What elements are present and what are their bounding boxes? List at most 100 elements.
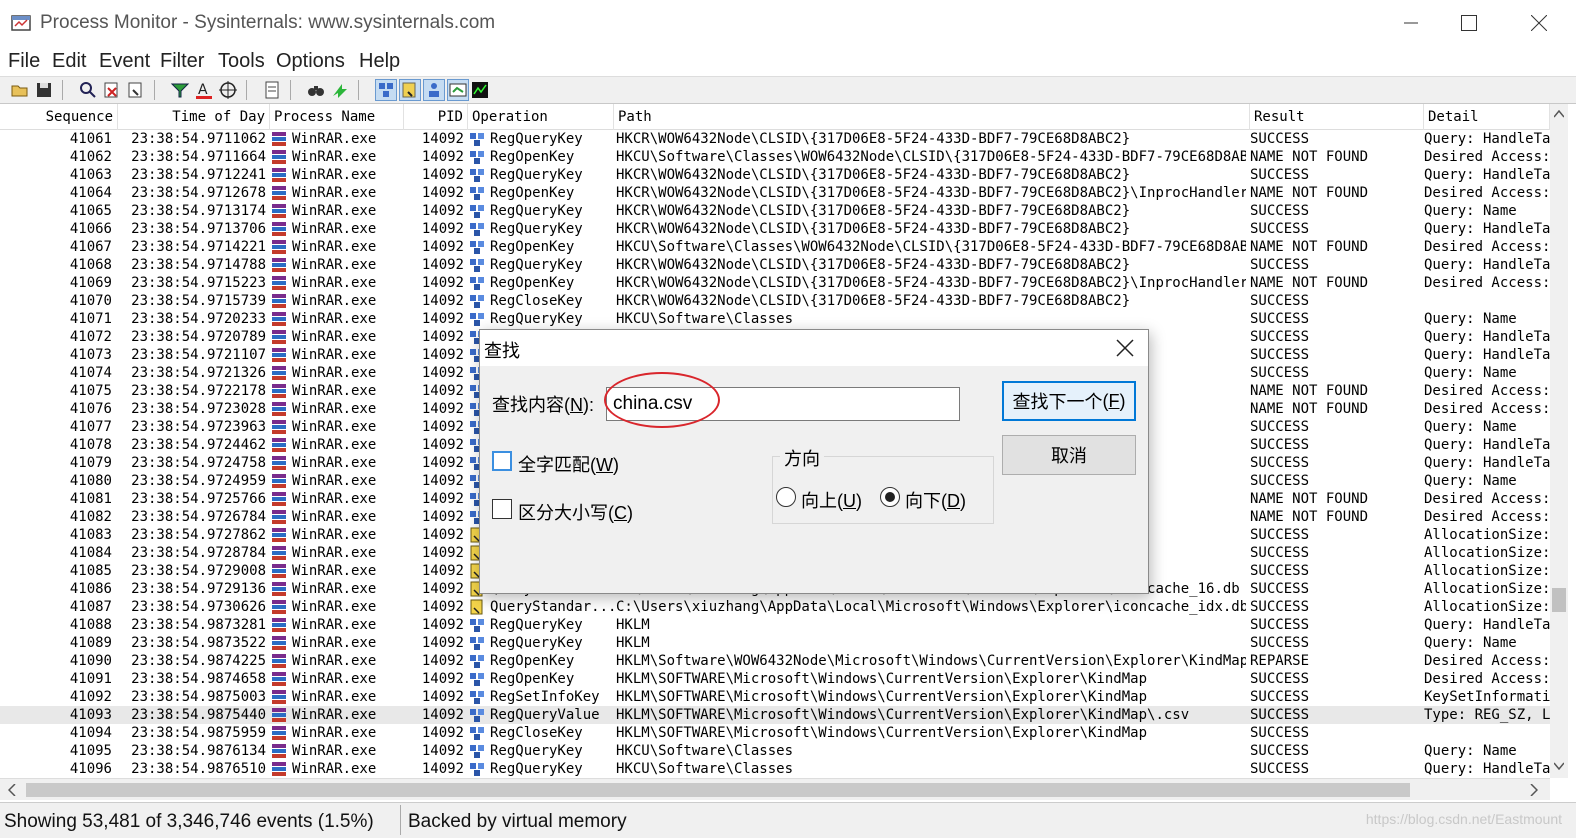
table-row[interactable]: 41088 23:38:54.9873281 WinRAR.exe 14092 RegQ… bbox=[0, 616, 1550, 634]
process-activity-icon[interactable] bbox=[447, 79, 469, 101]
status-divider bbox=[400, 805, 401, 835]
cell-process-name: WinRAR.exe bbox=[292, 239, 377, 255]
table-row[interactable]: 41070 23:38:54.9715739 WinRAR.exe 14092 RegC… bbox=[0, 292, 1550, 310]
find-dialog-title: 查找 bbox=[484, 341, 520, 361]
table-row[interactable]: 41061 23:38:54.9711062 WinRAR.exe 14092 RegQ… bbox=[0, 130, 1550, 148]
find-what-input[interactable] bbox=[606, 387, 960, 421]
cell-result: SUCCESS bbox=[1250, 221, 1310, 237]
table-row[interactable]: 41063 23:38:54.9712241 WinRAR.exe 14092 RegQ… bbox=[0, 166, 1550, 184]
match-case-checkbox[interactable] bbox=[492, 499, 512, 519]
table-row[interactable]: 41064 23:38:54.9712678 WinRAR.exe 14092 RegO… bbox=[0, 184, 1550, 202]
filesystem-activity-icon[interactable] bbox=[399, 79, 421, 101]
column-header-sequence[interactable]: Sequence bbox=[0, 104, 118, 130]
table-row[interactable]: 41069 23:38:54.9715223 WinRAR.exe 14092 RegO… bbox=[0, 274, 1550, 292]
cell-path: HKCU\Software\Classes bbox=[616, 311, 794, 327]
magnify-icon[interactable] bbox=[78, 80, 98, 100]
column-header-process[interactable]: Process Name bbox=[270, 104, 404, 130]
table-row[interactable]: 41062 23:38:54.9711664 WinRAR.exe 14092 RegO… bbox=[0, 148, 1550, 166]
cell-sequence: 41084 bbox=[69, 545, 112, 561]
direction-up-label[interactable]: 向上(U) bbox=[801, 487, 862, 513]
scroll-right-arrow-icon[interactable] bbox=[1530, 784, 1538, 796]
highlight-icon[interactable]: A bbox=[194, 80, 214, 100]
registry-operation-icon bbox=[470, 205, 484, 218]
close-button[interactable] bbox=[1506, 0, 1572, 46]
menu-edit[interactable]: Edit bbox=[52, 50, 86, 73]
cell-pid: 14092 bbox=[421, 689, 464, 705]
horizontal-scrollbar[interactable] bbox=[0, 778, 1550, 800]
match-case-label[interactable]: 区分大小写(C) bbox=[518, 499, 633, 525]
cell-sequence: 41087 bbox=[69, 599, 112, 615]
menu-tools[interactable]: Tools bbox=[218, 50, 265, 73]
cancel-button[interactable]: 取消 bbox=[1002, 435, 1136, 475]
cell-time: 23:38:54.9721107 bbox=[131, 347, 266, 363]
open-icon[interactable] bbox=[10, 80, 30, 100]
registry-activity-icon[interactable] bbox=[375, 79, 397, 101]
maximize-button[interactable] bbox=[1436, 0, 1502, 46]
table-row[interactable]: 41090 23:38:54.9874225 WinRAR.exe 14092 RegO… bbox=[0, 652, 1550, 670]
cell-pid: 14092 bbox=[421, 311, 464, 327]
target-icon[interactable] bbox=[218, 80, 238, 100]
table-row[interactable]: 41089 23:38:54.9873522 WinRAR.exe 14092 RegQ… bbox=[0, 634, 1550, 652]
cell-result: SUCCESS bbox=[1250, 311, 1310, 327]
vertical-scroll-thumb[interactable] bbox=[1552, 588, 1566, 612]
find-icon[interactable] bbox=[306, 80, 326, 100]
table-row[interactable]: 41068 23:38:54.9714788 WinRAR.exe 14092 RegQ… bbox=[0, 256, 1550, 274]
menu-file[interactable]: File bbox=[8, 50, 40, 73]
table-row[interactable]: 41093 23:38:54.9875440 WinRAR.exe 14092 RegQ… bbox=[0, 706, 1550, 724]
column-header-path[interactable]: Path bbox=[614, 104, 1250, 130]
minimize-button[interactable] bbox=[1378, 0, 1444, 46]
whole-word-checkbox[interactable] bbox=[492, 451, 512, 471]
capture-icon[interactable] bbox=[102, 80, 122, 100]
table-row[interactable]: 41087 23:38:54.9730626 WinRAR.exe 14092 Quer… bbox=[0, 598, 1550, 616]
cell-path: HKCR\WOW6432Node\CLSID\{317D06E8-5F24-43… bbox=[616, 185, 1246, 201]
table-row[interactable]: 41095 23:38:54.9876134 WinRAR.exe 14092 RegQ… bbox=[0, 742, 1550, 760]
table-row[interactable]: 41091 23:38:54.9874658 WinRAR.exe 14092 RegO… bbox=[0, 670, 1550, 688]
dialog-close-icon[interactable] bbox=[1112, 335, 1138, 361]
cell-sequence: 41066 bbox=[69, 221, 112, 237]
cell-result: SUCCESS bbox=[1250, 725, 1310, 741]
cell-detail: Query: HandleTag bbox=[1424, 131, 1550, 147]
table-row[interactable]: 41065 23:38:54.9713174 WinRAR.exe 14092 RegQ… bbox=[0, 202, 1550, 220]
column-header-time[interactable]: Time of Day bbox=[118, 104, 270, 130]
direction-down-radio[interactable] bbox=[880, 487, 900, 507]
column-header-operation[interactable]: Operation bbox=[468, 104, 614, 130]
toolbar-separator bbox=[290, 80, 291, 100]
vertical-scrollbar[interactable] bbox=[1550, 104, 1568, 778]
properties-icon[interactable] bbox=[262, 80, 282, 100]
menu-filter[interactable]: Filter bbox=[160, 50, 204, 73]
menu-event[interactable]: Event bbox=[99, 50, 150, 73]
cell-result: REPARSE bbox=[1250, 653, 1310, 669]
direction-up-radio[interactable] bbox=[776, 487, 796, 507]
column-header-result[interactable]: Result bbox=[1250, 104, 1424, 130]
column-header-detail[interactable]: Detail bbox=[1424, 104, 1550, 130]
find-next-button[interactable]: 查找下一个(F) bbox=[1002, 381, 1136, 421]
table-row[interactable]: 41094 23:38:54.9875959 WinRAR.exe 14092 RegC… bbox=[0, 724, 1550, 742]
save-icon[interactable] bbox=[34, 80, 54, 100]
scroll-left-arrow-icon[interactable] bbox=[8, 784, 16, 796]
winrar-icon bbox=[272, 726, 286, 740]
whole-word-label[interactable]: 全字匹配(W) bbox=[518, 451, 619, 477]
profiling-icon[interactable] bbox=[470, 80, 490, 100]
table-row[interactable]: 41092 23:38:54.9875003 WinRAR.exe 14092 RegS… bbox=[0, 688, 1550, 706]
cell-sequence: 41086 bbox=[69, 581, 112, 597]
cell-sequence: 41064 bbox=[69, 185, 112, 201]
winrar-icon bbox=[272, 204, 286, 218]
horizontal-scroll-thumb[interactable] bbox=[26, 783, 1410, 797]
winrar-icon bbox=[272, 276, 286, 290]
table-row[interactable]: 41071 23:38:54.9720233 WinRAR.exe 14092 RegQ… bbox=[0, 310, 1550, 328]
network-activity-icon[interactable] bbox=[423, 79, 445, 101]
table-row[interactable]: 41066 23:38:54.9713706 WinRAR.exe 14092 RegQ… bbox=[0, 220, 1550, 238]
cell-sequence: 41070 bbox=[69, 293, 112, 309]
table-row[interactable]: 41096 23:38:54.9876510 WinRAR.exe 14092 RegQ… bbox=[0, 760, 1550, 778]
menu-options[interactable]: Options bbox=[276, 50, 345, 73]
menu-help[interactable]: Help bbox=[359, 50, 400, 73]
filter-icon[interactable] bbox=[170, 80, 190, 100]
jump-icon[interactable] bbox=[330, 80, 350, 100]
scroll-down-arrow-icon[interactable] bbox=[1554, 762, 1564, 770]
table-row[interactable]: 41067 23:38:54.9714221 WinRAR.exe 14092 RegO… bbox=[0, 238, 1550, 256]
autoscroll-icon[interactable] bbox=[126, 80, 146, 100]
cell-pid: 14092 bbox=[421, 563, 464, 579]
direction-down-label[interactable]: 向下(D) bbox=[905, 487, 966, 513]
scroll-up-arrow-icon[interactable] bbox=[1554, 110, 1564, 118]
column-header-pid[interactable]: PID bbox=[404, 104, 468, 130]
